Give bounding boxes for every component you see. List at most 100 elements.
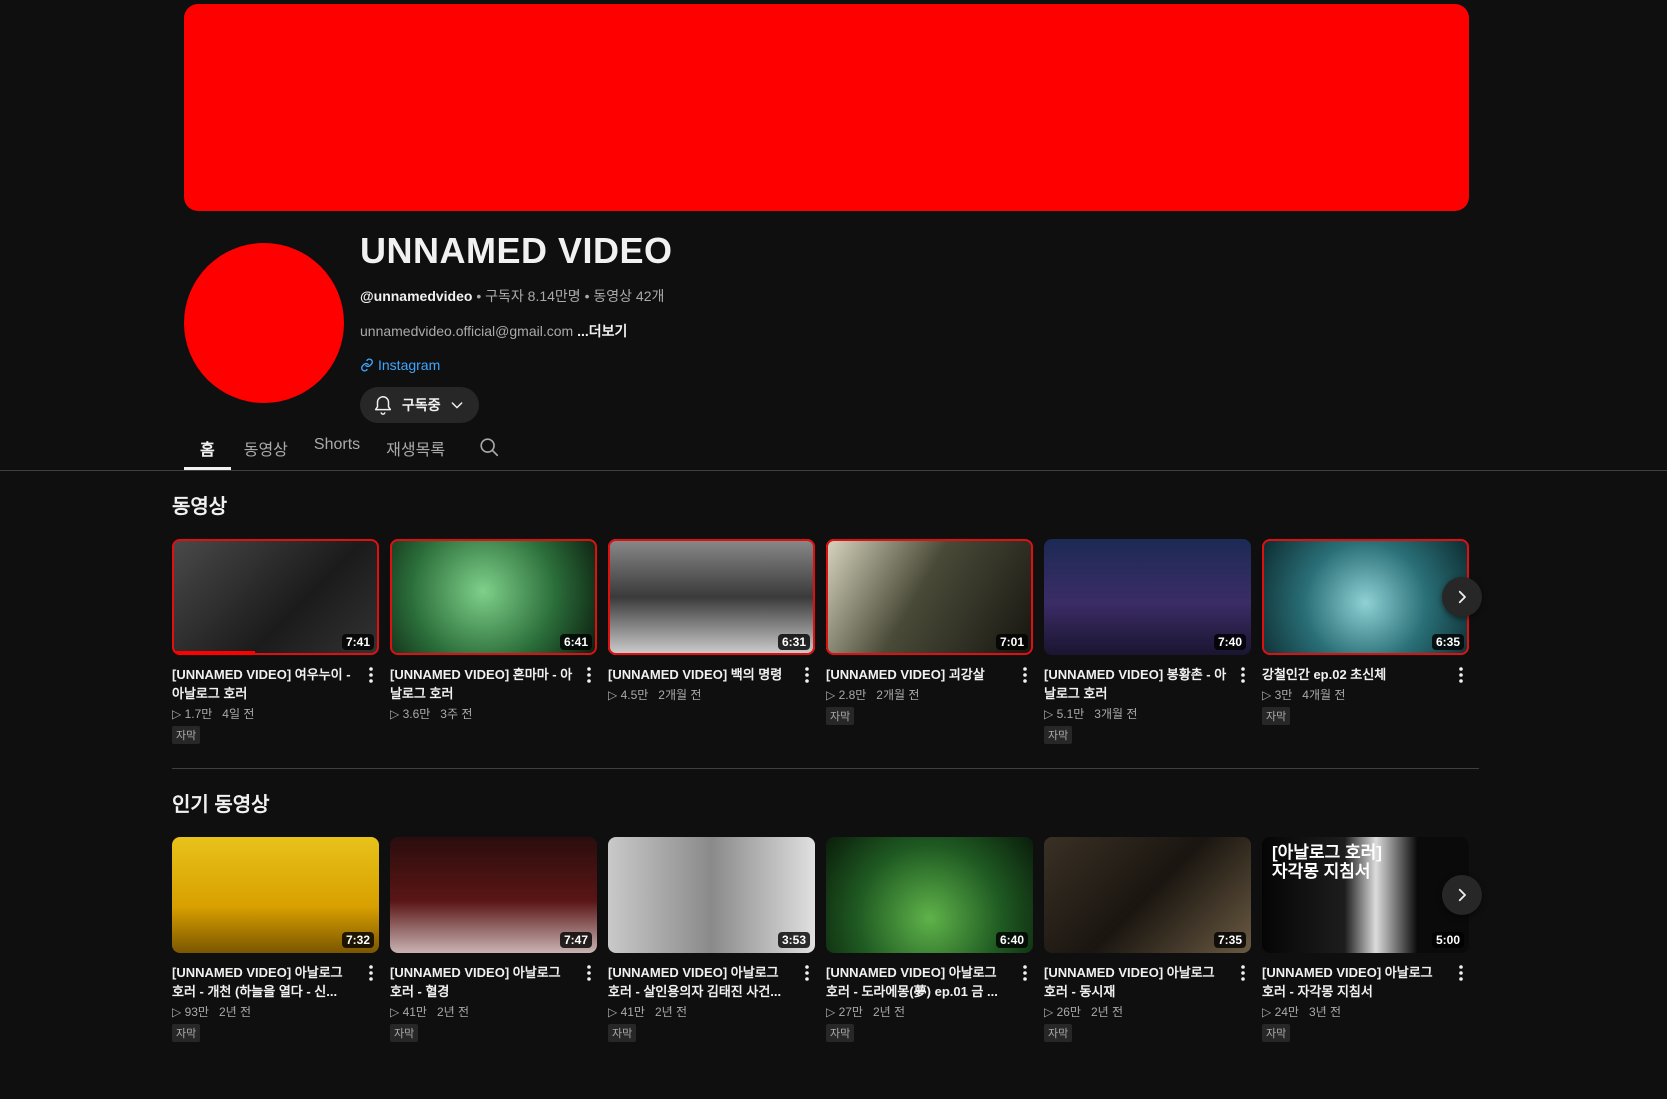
video-stats: ▷ 41만 2년 전 <box>608 1003 793 1021</box>
channel-search-button[interactable] <box>458 424 512 470</box>
video-title[interactable]: [UNNAMED VIDEO] 백의 명령 <box>608 665 793 684</box>
more-actions-button[interactable] <box>799 665 815 685</box>
video-title[interactable]: [UNNAMED VIDEO] 아날로그 호러 - 혈경 <box>390 963 575 1001</box>
video-title[interactable]: 강철인간 ep.02 초신체 <box>1262 665 1447 684</box>
video-title[interactable]: [UNNAMED VIDEO] 괴강살 <box>826 665 1011 684</box>
video-thumbnail[interactable]: 7:01 <box>826 539 1033 655</box>
tab-shorts[interactable]: Shorts <box>301 424 373 470</box>
instagram-link[interactable]: Instagram <box>360 357 673 373</box>
tab-playlists[interactable]: 재생목록 <box>373 424 458 470</box>
section-popular: 인기 동영상 7:32 [UNNAMED VIDEO] 아날로그 호러 - 개천… <box>172 788 1482 1042</box>
view-count: ▷ 5.1만 <box>1044 707 1085 721</box>
video-card[interactable]: 6:35 강철인간 ep.02 초신체 ▷ 3만 4개월 전 자막 <box>1262 539 1469 744</box>
video-stats: ▷ 1.7만 4일 전 <box>172 705 357 723</box>
video-card[interactable]: 7:40 [UNNAMED VIDEO] 봉황촌 - 아날로그 호러 ▷ 5.1… <box>1044 539 1251 744</box>
video-thumbnail[interactable]: 6:40 <box>826 837 1033 953</box>
video-stats: ▷ 2.8만 2개월 전 <box>826 686 1011 704</box>
video-duration: 7:35 <box>1213 932 1246 948</box>
more-actions-button[interactable] <box>363 963 379 983</box>
chevron-right-icon <box>1458 888 1466 902</box>
video-thumbnail[interactable]: 7:32 <box>172 837 379 953</box>
video-title[interactable]: [UNNAMED VIDEO] 아날로그 호러 - 도라에몽(夢) ep.01 … <box>826 963 1011 1001</box>
video-title[interactable]: [UNNAMED VIDEO] 아날로그 호러 - 개천 (하늘을 열다 - 신… <box>172 963 357 1001</box>
video-title[interactable]: [UNNAMED VIDEO] 여우누이 - 아날로그 호러 <box>172 665 357 703</box>
video-card[interactable]: 7:01 [UNNAMED VIDEO] 괴강살 ▷ 2.8만 2개월 전 자막 <box>826 539 1033 744</box>
shelf-next-button[interactable] <box>1442 577 1482 617</box>
video-title[interactable]: [UNNAMED VIDEO] 아날로그 호러 - 자각몽 지침서 <box>1262 963 1447 1001</box>
video-title[interactable]: [UNNAMED VIDEO] 아날로그 호러 - 동시재 <box>1044 963 1229 1001</box>
instagram-link-label: Instagram <box>378 357 441 373</box>
upload-age: 2개월 전 <box>876 688 920 702</box>
video-card[interactable]: [아날로그 호러] 자각몽 지침서 5:00 [UNNAMED VIDEO] 아… <box>1262 837 1469 1042</box>
more-vert-icon <box>1023 965 1027 981</box>
channel-banner <box>184 4 1469 211</box>
upload-age: 2년 전 <box>436 1005 470 1019</box>
more-vert-icon <box>1241 965 1245 981</box>
more-actions-button[interactable] <box>1017 963 1033 983</box>
description-text: unnamedvideo.official@gmail.com <box>360 323 574 339</box>
more-vert-icon <box>1241 667 1245 683</box>
video-duration: 7:47 <box>559 932 592 948</box>
more-actions-button[interactable] <box>1453 665 1469 685</box>
video-meta: [UNNAMED VIDEO] 아날로그 호러 - 자각몽 지침서 ▷ 24만 3… <box>1262 963 1469 1042</box>
tab-videos[interactable]: 동영상 <box>231 424 301 470</box>
video-thumbnail[interactable]: 6:35 <box>1262 539 1469 655</box>
upload-age: 2년 전 <box>218 1005 252 1019</box>
caption-badge: 자막 <box>172 726 201 744</box>
video-title[interactable]: [UNNAMED VIDEO] 혼마마 - 아날로그 호러 <box>390 665 575 703</box>
subscriber-count: 구독자 8.14만명 <box>485 288 581 304</box>
view-count: ▷ 3.6만 <box>390 707 431 721</box>
video-stats: ▷ 26만 2년 전 <box>1044 1003 1229 1021</box>
video-card[interactable]: 6:40 [UNNAMED VIDEO] 아날로그 호러 - 도라에몽(夢) e… <box>826 837 1033 1042</box>
more-actions-button[interactable] <box>581 963 597 983</box>
video-card[interactable]: 7:47 [UNNAMED VIDEO] 아날로그 호러 - 혈경 ▷ 41만 2… <box>390 837 597 1042</box>
video-card[interactable]: 7:35 [UNNAMED VIDEO] 아날로그 호러 - 동시재 ▷ 26만… <box>1044 837 1251 1042</box>
channel-handle: @unnamedvideo <box>360 288 473 304</box>
view-count: ▷ 93만 <box>172 1005 209 1019</box>
video-thumbnail[interactable]: 7:35 <box>1044 837 1251 953</box>
channel-page: UNNAMED VIDEO @unnamedvideo • 구독자 8.14만명… <box>0 0 1667 1099</box>
video-thumbnail[interactable]: 6:31 <box>608 539 815 655</box>
more-link[interactable]: ...더보기 <box>577 323 627 339</box>
video-thumbnail[interactable]: 7:41 <box>172 539 379 655</box>
more-actions-button[interactable] <box>363 665 379 685</box>
video-card[interactable]: 3:53 [UNNAMED VIDEO] 아날로그 호러 - 살인용의자 김태진… <box>608 837 815 1042</box>
meta-separator: • <box>476 288 482 304</box>
shelf-next-button[interactable] <box>1442 875 1482 915</box>
more-actions-button[interactable] <box>1235 665 1251 685</box>
channel-avatar[interactable] <box>184 243 344 403</box>
video-title[interactable]: [UNNAMED VIDEO] 봉황촌 - 아날로그 호러 <box>1044 665 1229 703</box>
video-meta: [UNNAMED VIDEO] 여우누이 - 아날로그 호러 ▷ 1.7만 4일 … <box>172 665 379 744</box>
video-thumbnail[interactable]: 7:40 <box>1044 539 1251 655</box>
video-stats: ▷ 41만 2년 전 <box>390 1003 575 1021</box>
video-duration: 7:32 <box>341 932 374 948</box>
video-thumbnail[interactable]: 3:53 <box>608 837 815 953</box>
video-title[interactable]: [UNNAMED VIDEO] 아날로그 호러 - 살인용의자 김태진 사건..… <box>608 963 793 1001</box>
video-card[interactable]: 6:31 [UNNAMED VIDEO] 백의 명령 ▷ 4.5만 2개월 전 <box>608 539 815 744</box>
view-count: ▷ 27만 <box>826 1005 863 1019</box>
video-thumbnail[interactable]: 6:41 <box>390 539 597 655</box>
section-title: 동영상 <box>172 496 228 518</box>
more-actions-button[interactable] <box>1235 963 1251 983</box>
upload-age: 3주 전 <box>440 707 473 721</box>
video-card[interactable]: 6:41 [UNNAMED VIDEO] 혼마마 - 아날로그 호러 ▷ 3.6… <box>390 539 597 744</box>
more-actions-button[interactable] <box>1453 963 1469 983</box>
subscribed-button[interactable]: 구독중 <box>360 387 479 423</box>
more-actions-button[interactable] <box>581 665 597 685</box>
channel-description[interactable]: unnamedvideo.official@gmail.com ...더보기 <box>360 321 673 341</box>
more-vert-icon <box>587 965 591 981</box>
caption-badge: 자막 <box>1044 1024 1073 1042</box>
video-meta: [UNNAMED VIDEO] 아날로그 호러 - 혈경 ▷ 41만 2년 전 자… <box>390 963 597 1042</box>
more-actions-button[interactable] <box>799 963 815 983</box>
channel-title: UNNAMED VIDEO <box>360 230 673 271</box>
video-duration: 6:35 <box>1431 634 1464 650</box>
video-card[interactable]: 7:32 [UNNAMED VIDEO] 아날로그 호러 - 개천 (하늘을 열… <box>172 837 379 1042</box>
video-thumbnail[interactable]: [아날로그 호러] 자각몽 지침서 5:00 <box>1262 837 1469 953</box>
video-card[interactable]: 7:41 [UNNAMED VIDEO] 여우누이 - 아날로그 호러 ▷ 1.… <box>172 539 379 744</box>
video-meta: [UNNAMED VIDEO] 아날로그 호러 - 개천 (하늘을 열다 - 신… <box>172 963 379 1042</box>
more-vert-icon <box>369 965 373 981</box>
caption-badge: 자막 <box>172 1024 201 1042</box>
video-thumbnail[interactable]: 7:47 <box>390 837 597 953</box>
tab-home[interactable]: 홈 <box>184 424 231 470</box>
more-actions-button[interactable] <box>1017 665 1033 685</box>
